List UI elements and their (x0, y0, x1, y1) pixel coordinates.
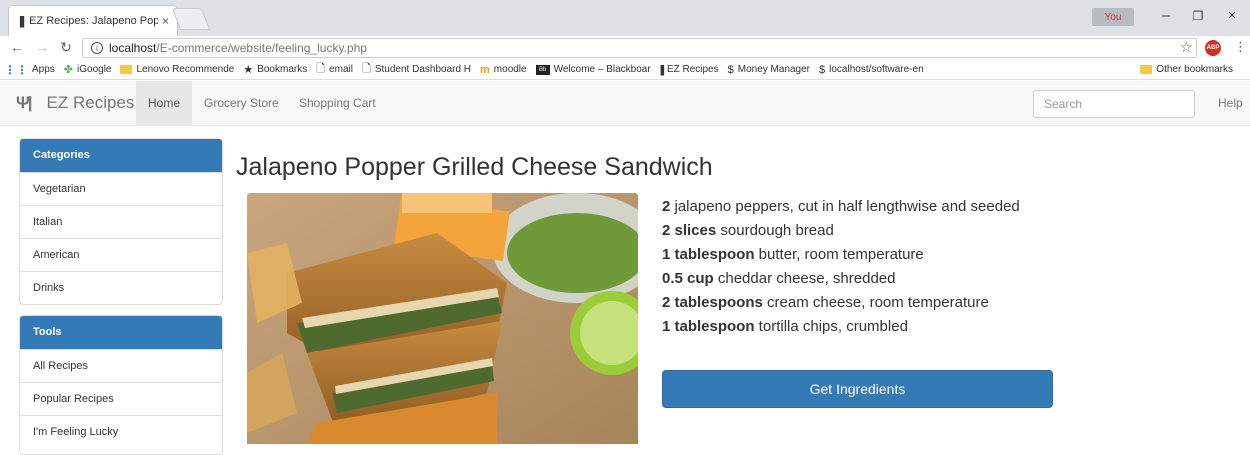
ingredient-item: 2 slices sourdough bread (662, 222, 834, 239)
bookmark-moodle[interactable]: m moodle (480, 64, 527, 76)
profile-button[interactable]: You (1092, 8, 1134, 26)
browser-tab-strip: ||| EZ Recipes: Jalapeno Pop × You – ❐ × (0, 0, 1250, 36)
tools-title: Tools (20, 316, 222, 349)
tool-feeling-lucky[interactable]: I'm Feeling Lucky (20, 415, 222, 448)
star-icon: ★ (243, 64, 254, 76)
bookmark-lenovo[interactable]: Lenovo Recommende (120, 64, 234, 75)
page-icon: 🗋 (361, 63, 371, 75)
ingredient-list: 2 jalapeno peppers, cut in half lengthwi… (662, 195, 1052, 339)
apps-grid-icon: ⋮⋮ (4, 62, 28, 77)
adblock-icon[interactable]: ABP (1205, 40, 1221, 56)
bookmark-igoogle[interactable]: ✤ iGoogle (64, 63, 112, 76)
restore-icon[interactable]: ❐ (1183, 9, 1213, 23)
bookmark-bookmarks[interactable]: ★ Bookmarks (243, 63, 307, 76)
folder-icon (120, 65, 133, 74)
category-vegetarian[interactable]: Vegetarian (20, 172, 222, 205)
site-navbar: Ψ| EZ Recipes Home Grocery Store Shoppin… (0, 81, 1250, 126)
browser-tab[interactable]: ||| EZ Recipes: Jalapeno Pop × (8, 5, 178, 36)
igoogle-icon: ✤ (63, 64, 74, 76)
bookmark-money-manager[interactable]: $ Money Manager (728, 64, 810, 76)
sandwich-image (247, 193, 638, 444)
brand-name: EZ Recipes (46, 93, 135, 112)
forward-icon[interactable]: → (33, 39, 51, 55)
bookmark-apps[interactable]: ⋮⋮ Apps (4, 63, 55, 77)
get-ingredients-button[interactable]: Get Ingredients (662, 370, 1053, 408)
url-field[interactable]: i localhost/E-commerce/website/feeling_l… (82, 38, 1197, 58)
fork-knife-icon: Ψ| (16, 93, 32, 112)
address-bar-row: ← → ↻ i localhost/E-commerce/website/fee… (0, 36, 1250, 60)
dollar-icon: $ (727, 63, 734, 76)
folder-icon (1140, 65, 1153, 74)
close-icon[interactable]: × (162, 14, 169, 28)
bookmark-localhost-software[interactable]: $ localhost/software-en (819, 64, 924, 76)
reload-icon[interactable]: ↻ (57, 39, 75, 56)
tool-all-recipes[interactable]: All Recipes (20, 349, 222, 382)
category-italian[interactable]: Italian (20, 205, 222, 238)
window-close-icon[interactable]: × (1217, 7, 1247, 24)
recipe-title: Jalapeno Popper Grilled Cheese Sandwich (236, 153, 713, 181)
category-drinks[interactable]: Drinks (20, 271, 222, 304)
category-american[interactable]: American (20, 238, 222, 271)
tab-title: EZ Recipes: Jalapeno Pop (29, 15, 158, 27)
back-icon[interactable]: ← (8, 39, 26, 55)
bookmark-ez-recipes[interactable]: ||| EZ Recipes (660, 64, 719, 76)
page-icon: 🗋 (316, 63, 326, 75)
ingredient-item: 1 tablespoon butter, room temperature (662, 246, 924, 263)
search-input[interactable] (1033, 90, 1195, 118)
tools-panel: Tools All Recipes Popular Recipes I'm Fe… (19, 315, 223, 455)
categories-title: Categories (20, 139, 222, 172)
blackboard-icon: Bb (535, 64, 550, 75)
dollar-icon: $ (819, 63, 826, 76)
bookmark-student-dashboard[interactable]: 🗋 Student Dashboard H (362, 60, 471, 79)
brand-link[interactable]: Ψ| EZ Recipes (16, 93, 134, 113)
nav-help[interactable]: Help (1218, 81, 1243, 125)
tool-popular-recipes[interactable]: Popular Recipes (20, 382, 222, 415)
url-path: /E-commerce/website/feeling_lucky.php (156, 41, 367, 55)
ingredient-item: 1 tablespoon tortilla chips, crumbled (662, 318, 908, 335)
moodle-icon: m (480, 63, 490, 76)
fork-knife-icon: ||| (19, 14, 25, 28)
ingredient-item: 2 jalapeno peppers, cut in half lengthwi… (662, 198, 1020, 215)
bookmark-other[interactable]: Other bookmarks (1140, 64, 1233, 75)
nav-home[interactable]: Home (136, 81, 193, 125)
url-host: localhost (109, 41, 157, 55)
nav-shopping-cart[interactable]: Shopping Cart (287, 81, 388, 125)
bookmark-star-icon[interactable]: ☆ (1180, 39, 1193, 56)
recipe-photo (247, 193, 638, 444)
minimize-icon[interactable]: – (1151, 7, 1181, 24)
browser-menu-icon[interactable]: ⋮ (1234, 39, 1247, 55)
bookmark-blackboard[interactable]: Bb Welcome – Blackboar (535, 64, 651, 75)
fork-knife-icon: ||| (659, 63, 665, 76)
categories-panel: Categories Vegetarian Italian American D… (19, 138, 223, 305)
ingredient-item: 2 tablespoons cream cheese, room tempera… (662, 294, 989, 311)
ingredient-item: 0.5 cup cheddar cheese, shredded (662, 270, 896, 287)
profile-label: You (1104, 11, 1122, 23)
bookmark-email[interactable]: 🗋 email (316, 60, 353, 79)
info-icon[interactable]: i (91, 42, 103, 54)
bookmarks-bar: ⋮⋮ Apps ✤ iGoogle Lenovo Recommende ★ Bookm… (0, 60, 1250, 80)
nav-grocery-store[interactable]: Grocery Store (192, 81, 291, 125)
